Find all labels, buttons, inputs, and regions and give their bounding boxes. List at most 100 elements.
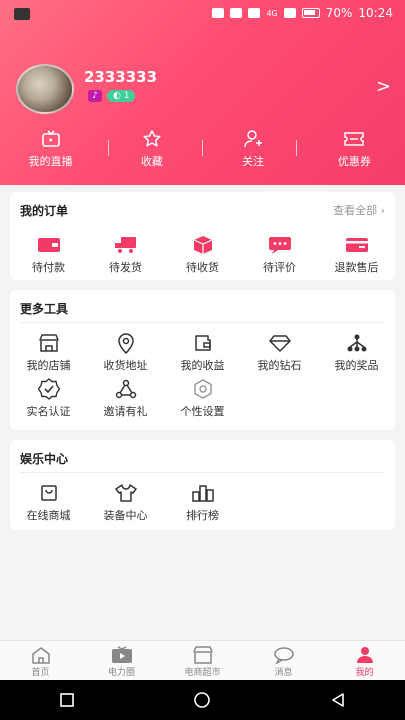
notification-icon xyxy=(14,8,30,20)
star-icon xyxy=(143,130,161,147)
status-icons: 4G 70% 10:24 xyxy=(212,6,393,20)
nav-me[interactable]: 我的 xyxy=(324,641,405,680)
battery-level: 70% xyxy=(325,6,353,20)
system-navigation-bar xyxy=(0,680,405,720)
avatar[interactable] xyxy=(16,64,74,114)
ent-label: 装备中心 xyxy=(103,509,148,522)
vibrate-icon xyxy=(230,8,243,18)
order-pending-payment[interactable]: 待付款 xyxy=(10,234,87,280)
quick-my-live[interactable]: 我的直播 xyxy=(6,128,96,169)
view-all-orders-link[interactable]: 查看全部 › xyxy=(333,202,385,218)
vip-badge-icon: ♪ xyxy=(88,90,102,102)
bottom-navigation: 首页 电力圈 电商超市 消息 我的 xyxy=(0,640,405,680)
order-label: 待收货 xyxy=(186,261,219,274)
tool-label: 个性设置 xyxy=(180,405,225,418)
tool-diamonds[interactable]: 我的钻石 xyxy=(241,332,318,378)
entertainment-card: 娱乐中心 在线商城 装备中心 排行榜 xyxy=(10,440,395,530)
tool-my-shop[interactable]: 我的店铺 xyxy=(10,332,87,378)
nav-home[interactable]: 首页 xyxy=(0,641,81,680)
ent-online-mall[interactable]: 在线商城 xyxy=(10,482,87,528)
diamond-icon xyxy=(268,335,291,352)
store-icon xyxy=(192,646,213,664)
tshirt-icon xyxy=(114,484,137,502)
home-icon xyxy=(31,647,50,664)
quick-label: 优惠券 xyxy=(337,155,371,168)
order-label: 退款售后 xyxy=(334,261,379,274)
quick-favorites[interactable]: 收藏 xyxy=(107,128,197,169)
nav-label: 首页 xyxy=(31,668,50,678)
nav-power-circle[interactable]: 电力圈 xyxy=(81,641,162,680)
tool-address[interactable]: 收货地址 xyxy=(87,332,164,378)
order-pending-shipment[interactable]: 待发货 xyxy=(87,234,164,280)
chevron-right-icon[interactable]: > xyxy=(376,76,391,97)
recent-apps-icon[interactable] xyxy=(59,692,75,708)
tool-prizes[interactable]: 我的奖品 xyxy=(318,332,395,378)
home-circle-icon[interactable] xyxy=(193,691,211,709)
ent-label: 排行榜 xyxy=(186,509,219,522)
user-follow-icon xyxy=(244,130,263,148)
tools-title: 更多工具 xyxy=(20,302,69,316)
tool-invite[interactable]: 邀请有礼 xyxy=(87,378,164,424)
level-number: 1 xyxy=(123,91,130,101)
tool-earnings[interactable]: 我的收益 xyxy=(164,332,241,378)
location-pin-icon xyxy=(117,333,134,354)
nav-label: 我的 xyxy=(355,668,374,678)
order-label: 待发货 xyxy=(109,261,142,274)
quick-following[interactable]: 关注 xyxy=(208,128,298,169)
order-label: 待评价 xyxy=(263,261,296,274)
order-label: 待付款 xyxy=(32,261,65,274)
level-badge: ◐ 1 xyxy=(107,90,136,102)
order-pending-receipt[interactable]: 待收货 xyxy=(164,234,241,280)
back-icon[interactable] xyxy=(330,692,346,708)
tool-label: 我的奖品 xyxy=(334,359,379,372)
ranking-icon xyxy=(191,485,214,502)
tool-verify[interactable]: 实名认证 xyxy=(10,378,87,424)
coupon-icon xyxy=(344,132,365,146)
earnings-wallet-icon xyxy=(194,335,211,351)
wallet-icon xyxy=(37,238,60,252)
order-refund[interactable]: 退款售后 xyxy=(318,234,395,280)
tools-card: 更多工具 我的店铺 收货地址 我的收益 我的钻石 我的奖品 实名认证 邀请有礼 … xyxy=(10,290,395,430)
tool-settings[interactable]: 个性设置 xyxy=(164,378,241,424)
message-icon xyxy=(273,647,294,664)
entertainment-grid: 在线商城 装备中心 排行榜 xyxy=(10,482,395,528)
divider xyxy=(202,140,203,156)
tool-label: 收货地址 xyxy=(103,359,148,372)
shopping-bag-icon xyxy=(40,485,57,501)
nav-label: 消息 xyxy=(274,668,293,678)
nav-ecommerce[interactable]: 电商超市 xyxy=(162,641,243,680)
quick-label: 收藏 xyxy=(140,155,163,168)
chat-bubble-icon xyxy=(268,237,291,254)
tool-label: 我的店铺 xyxy=(26,359,71,372)
truck-icon xyxy=(114,237,136,253)
username[interactable]: 2333333 xyxy=(84,68,157,86)
status-bar: 4G 70% 10:24 xyxy=(0,0,405,28)
orders-grid: 待付款 待发货 待收货 待评价 退款售后 xyxy=(10,234,395,280)
order-pending-review[interactable]: 待评价 xyxy=(241,234,318,280)
entertainment-title: 娱乐中心 xyxy=(20,452,69,466)
tool-label: 我的钻石 xyxy=(257,359,302,372)
signal-icon xyxy=(283,8,296,18)
video-circle-icon xyxy=(111,646,132,663)
quick-label: 我的直播 xyxy=(28,155,73,168)
ent-equipment[interactable]: 装备中心 xyxy=(87,482,164,528)
nav-label: 电力圈 xyxy=(107,668,135,678)
settings-hex-icon xyxy=(193,379,212,399)
chevron-right-icon: › xyxy=(380,204,385,217)
nav-label: 电商超市 xyxy=(184,668,221,678)
ent-ranking[interactable]: 排行榜 xyxy=(164,482,241,528)
divider xyxy=(20,322,385,323)
refund-card-icon xyxy=(345,238,368,252)
quick-label: 关注 xyxy=(242,155,265,168)
verify-badge-icon xyxy=(37,378,60,400)
tool-label: 实名认证 xyxy=(26,405,71,418)
nav-messages[interactable]: 消息 xyxy=(243,641,324,680)
divider xyxy=(20,472,385,473)
divider xyxy=(108,140,109,156)
quick-coupons[interactable]: 优惠券 xyxy=(309,128,399,169)
ent-label: 在线商城 xyxy=(26,509,71,522)
clock: 10:24 xyxy=(358,6,393,20)
tool-label: 我的收益 xyxy=(180,359,225,372)
live-tv-icon xyxy=(41,130,60,147)
tools-grid: 我的店铺 收货地址 我的收益 我的钻石 我的奖品 实名认证 邀请有礼 个性设置 xyxy=(10,332,395,424)
